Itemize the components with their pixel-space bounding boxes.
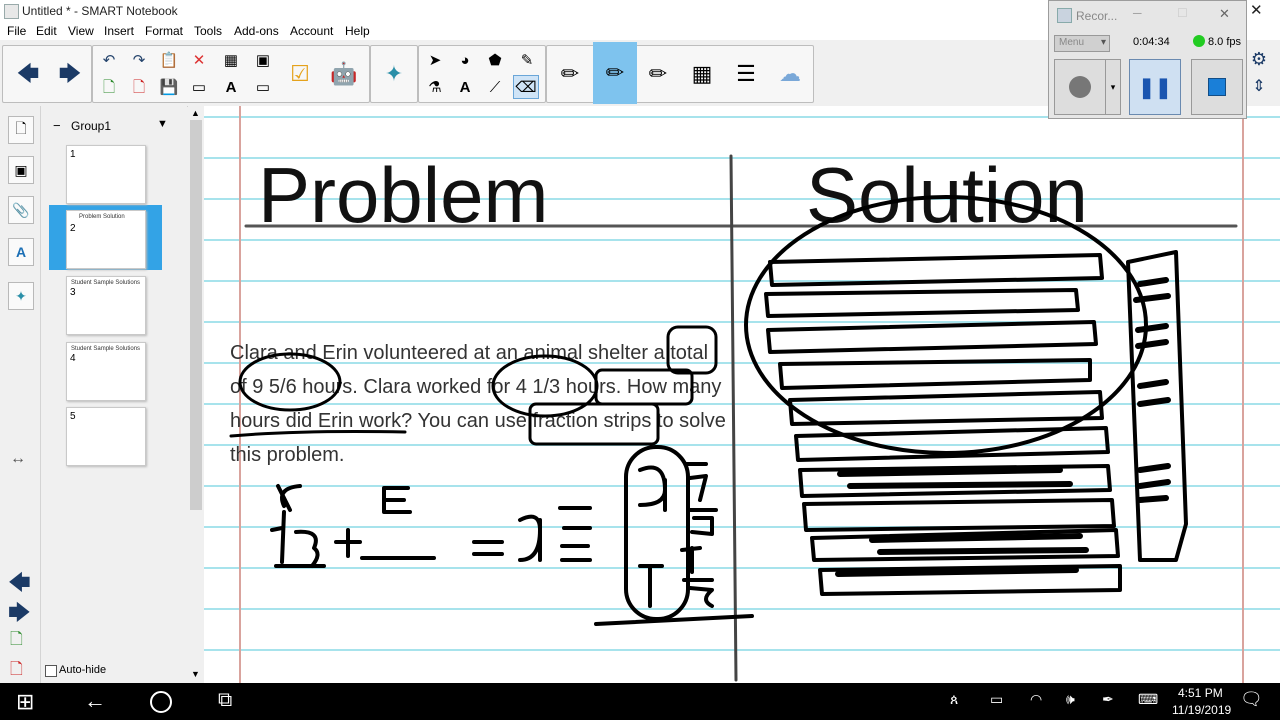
record-button[interactable] xyxy=(1054,59,1106,115)
sum-line xyxy=(594,614,754,626)
strip-6 xyxy=(794,426,1110,462)
box-fraction xyxy=(528,402,660,446)
pause-button[interactable]: ❚❚ xyxy=(1129,59,1181,115)
strip-4 xyxy=(778,358,1092,390)
recorder-title: Recor... xyxy=(1076,9,1118,23)
stop-icon xyxy=(1208,78,1226,96)
strip-5 xyxy=(788,390,1104,426)
task-view-icon[interactable]: ⧉ xyxy=(218,689,232,712)
underline-question xyxy=(229,430,407,438)
recorder-menu-label: Menu xyxy=(1059,37,1085,48)
circle-total xyxy=(238,352,342,412)
windows-start-icon[interactable]: ⊞ xyxy=(16,689,34,715)
people-icon[interactable]: ጰ xyxy=(950,691,958,708)
strip-1 xyxy=(768,253,1104,287)
battery-icon[interactable]: ▭ xyxy=(990,691,1003,708)
handwritten-4-1-3 xyxy=(270,484,326,568)
vertical-strip-scribbles xyxy=(1133,277,1171,503)
volume-icon[interactable]: 🕪 xyxy=(1066,691,1075,708)
clock-time[interactable]: 4:51 PM xyxy=(1178,686,1223,700)
box-total xyxy=(666,325,718,375)
strip-8 xyxy=(802,498,1116,532)
circle-clara xyxy=(491,354,599,418)
recorder-app-icon xyxy=(1057,8,1072,23)
box-vertical-sum xyxy=(624,445,690,621)
minimize-icon[interactable]: ─ xyxy=(1133,6,1142,20)
strip-2 xyxy=(764,288,1080,318)
back-icon[interactable]: ← xyxy=(84,688,106,714)
clock-date[interactable]: 11/19/2019 xyxy=(1172,703,1231,717)
taskbar: ⊞ ← ⧉ ጰ ▭ ◠ 🕪 ✒ ⌨ 4:51 PM 11/19/2019 🗨 xyxy=(0,683,1280,720)
recorder-time: 0:04:34 xyxy=(1133,36,1170,48)
recorder-fps: 8.0 fps xyxy=(1208,36,1242,48)
pen-workspace-icon[interactable]: ✒ xyxy=(1102,691,1114,708)
maximize-icon: ☐ xyxy=(1177,6,1188,20)
handwritten-vertical xyxy=(638,462,718,608)
recorder-menu[interactable]: Menu ▾ xyxy=(1054,35,1110,52)
recorder-close-icon[interactable]: ✕ xyxy=(1219,6,1230,22)
cortana-icon[interactable] xyxy=(150,691,172,713)
record-icon xyxy=(1069,76,1091,98)
strip-3 xyxy=(766,320,1098,354)
handwritten-e xyxy=(382,486,412,514)
recorder-window: Recor... ─ ☐ ✕ Menu ▾ 0:04:34 8.0 fps ▾ ❚… xyxy=(1048,0,1247,119)
chevron-down-icon: ▾ xyxy=(1100,37,1106,48)
status-dot-icon xyxy=(1193,35,1205,47)
stop-button[interactable] xyxy=(1191,59,1243,115)
box-question xyxy=(594,368,694,406)
handwritten-equals-9-5-6 xyxy=(472,506,592,562)
record-options-chevron-icon[interactable]: ▾ xyxy=(1105,59,1121,115)
notifications-icon[interactable]: 🗨 xyxy=(1240,689,1263,710)
keyboard-icon[interactable]: ⌨ xyxy=(1138,691,1158,708)
column-divider xyxy=(729,154,738,682)
wifi-icon[interactable]: ◠ xyxy=(1030,691,1042,708)
handwritten-plus-blank xyxy=(334,528,436,560)
